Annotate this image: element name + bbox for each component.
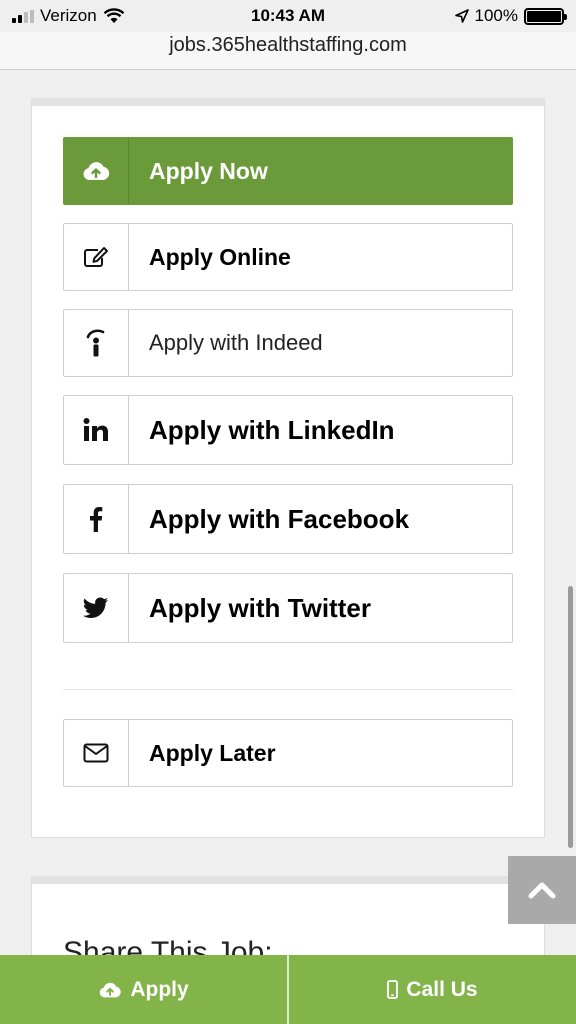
apply-later-label: Apply Later bbox=[149, 739, 276, 766]
chevron-up-icon bbox=[528, 882, 556, 899]
apply-card: Apply Now Apply Online Apply with Indeed bbox=[31, 98, 545, 838]
apply-bottom-button[interactable]: Apply bbox=[0, 955, 289, 1024]
apply-now-button[interactable]: Apply Now bbox=[63, 137, 513, 205]
apply-online-label: Apply Online bbox=[149, 243, 291, 270]
battery-percent: 100% bbox=[474, 6, 518, 25]
divider bbox=[63, 689, 513, 690]
status-bar: Verizon 10:43 AM 100% bbox=[0, 0, 576, 32]
envelope-icon bbox=[83, 743, 109, 763]
bottom-action-bar: Apply Call Us bbox=[0, 955, 576, 1024]
call-us-label: Call Us bbox=[406, 977, 478, 1001]
apply-twitter-button[interactable]: Apply with Twitter bbox=[63, 573, 513, 643]
linkedin-icon bbox=[83, 418, 108, 441]
apply-now-label: Apply Now bbox=[149, 157, 268, 184]
mobile-phone-icon bbox=[387, 980, 399, 999]
apply-linkedin-button[interactable]: Apply with LinkedIn bbox=[63, 395, 513, 465]
facebook-icon bbox=[90, 507, 103, 532]
apply-facebook-label: Apply with Facebook bbox=[149, 503, 410, 534]
address-bar[interactable]: jobs.365healthstaffing.com bbox=[0, 32, 576, 70]
apply-twitter-label: Apply with Twitter bbox=[149, 592, 371, 623]
apply-later-button[interactable]: Apply Later bbox=[63, 719, 513, 787]
back-to-top-button[interactable] bbox=[508, 856, 576, 924]
cloud-upload-icon bbox=[100, 982, 122, 997]
twitter-icon bbox=[83, 597, 108, 618]
apply-indeed-button[interactable]: Apply with Indeed bbox=[63, 309, 513, 377]
cloud-upload-icon bbox=[83, 162, 110, 180]
location-arrow-icon bbox=[454, 9, 469, 23]
apply-facebook-button[interactable]: Apply with Facebook bbox=[63, 484, 513, 554]
indeed-icon bbox=[86, 329, 105, 357]
call-us-button[interactable]: Call Us bbox=[289, 955, 576, 1024]
apply-linkedin-label: Apply with LinkedIn bbox=[149, 414, 395, 445]
battery-icon bbox=[524, 7, 567, 25]
apply-online-button[interactable]: Apply Online bbox=[63, 223, 513, 291]
edit-icon bbox=[84, 247, 108, 267]
apply-indeed-label: Apply with Indeed bbox=[149, 330, 323, 355]
scrollbar[interactable] bbox=[568, 586, 573, 848]
apply-bottom-label: Apply bbox=[130, 977, 189, 1001]
